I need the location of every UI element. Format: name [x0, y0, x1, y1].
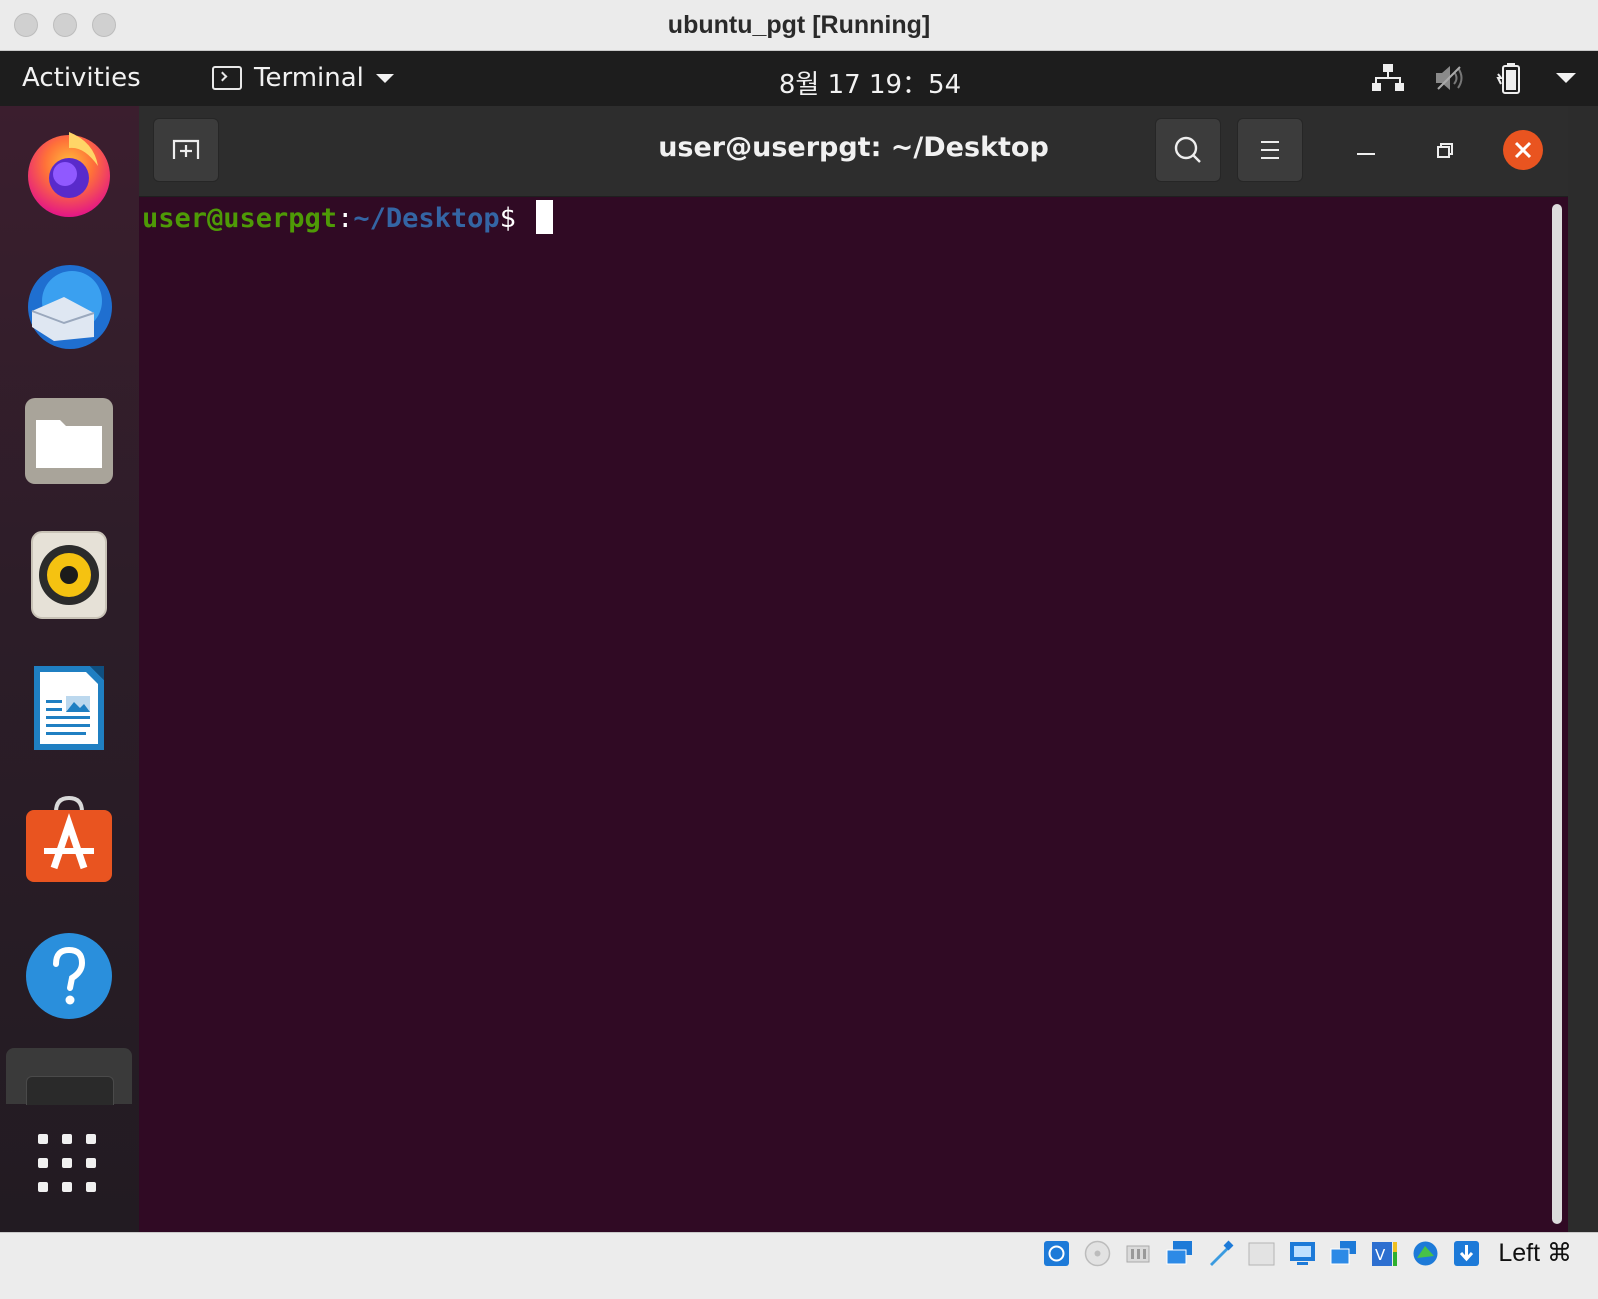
mouse-integration-icon[interactable] [1451, 1238, 1482, 1269]
svg-text:V: V [1375, 1246, 1386, 1264]
restore-icon[interactable] [1429, 136, 1459, 166]
audio-icon[interactable] [1123, 1238, 1154, 1269]
show-applications-button[interactable] [38, 1134, 100, 1196]
terminal-window: user@userpgt: ~/Desktop user@userpgt:~/D… [139, 106, 1568, 1232]
optical-disk-icon[interactable] [1082, 1238, 1113, 1269]
ubuntu-software-icon[interactable] [24, 796, 114, 886]
terminal-scrollbar[interactable] [1552, 204, 1562, 1224]
hard-disk-icon[interactable] [1041, 1238, 1072, 1269]
ubuntu-dock [0, 106, 139, 1232]
rhythmbox-icon[interactable] [24, 530, 114, 620]
thunderbird-icon[interactable] [24, 261, 114, 351]
host-title-bar: ubuntu_pgt [Running] [0, 0, 1598, 51]
terminal-icon [26, 1076, 114, 1105]
minimize-icon[interactable] [1351, 136, 1381, 166]
search-button[interactable] [1155, 118, 1221, 182]
vm-status-icons: V Left ⌘ [1041, 1233, 1572, 1273]
prompt-colon: : [337, 203, 354, 234]
usb-icon[interactable] [1205, 1238, 1236, 1269]
system-tray[interactable] [1372, 61, 1576, 95]
display-icon[interactable] [1287, 1238, 1318, 1269]
host-status-bar: V Left ⌘ [0, 1232, 1598, 1299]
prompt-line: user@userpgt:~/Desktop$ [142, 199, 554, 234]
virtualbox-vm-window: ubuntu_pgt [Running] Activities Terminal… [0, 0, 1598, 1299]
battery-icon [1496, 63, 1520, 94]
system-menu-caret-icon [1556, 73, 1576, 83]
text-cursor [536, 199, 554, 234]
host-key-label: Left ⌘ [1498, 1239, 1572, 1267]
terminal-header-bar: user@userpgt: ~/Desktop [139, 106, 1568, 197]
network-icon[interactable] [1164, 1238, 1195, 1269]
capture-icon[interactable] [1328, 1238, 1359, 1269]
guest-additions-icon[interactable] [1410, 1238, 1441, 1269]
prompt-path: ~/Desktop [353, 203, 500, 234]
ubuntu-top-bar: Activities Terminal 8월 17 19：54 [0, 51, 1598, 106]
hamburger-menu-icon [1261, 141, 1279, 159]
firefox-icon[interactable] [24, 128, 114, 218]
host-window-title: ubuntu_pgt [Running] [667, 11, 931, 39]
menu-button[interactable] [1237, 118, 1303, 182]
close-icon[interactable] [1502, 129, 1544, 171]
help-icon[interactable] [24, 930, 114, 1020]
prompt-user: user@userpgt [142, 203, 338, 234]
libreoffice-writer-icon[interactable] [24, 662, 114, 752]
dock-item-terminal[interactable] [6, 1048, 132, 1105]
network-wired-icon [1372, 64, 1404, 91]
shared-folders-icon[interactable] [1246, 1238, 1277, 1269]
search-icon [1174, 136, 1201, 163]
files-icon[interactable] [24, 396, 114, 486]
prompt-dollar: $ [499, 203, 533, 234]
volume-muted-icon [1436, 66, 1463, 90]
terminal-body[interactable]: user@userpgt:~/Desktop$ [139, 197, 1548, 1232]
video-capture-icon[interactable]: V [1369, 1238, 1400, 1269]
